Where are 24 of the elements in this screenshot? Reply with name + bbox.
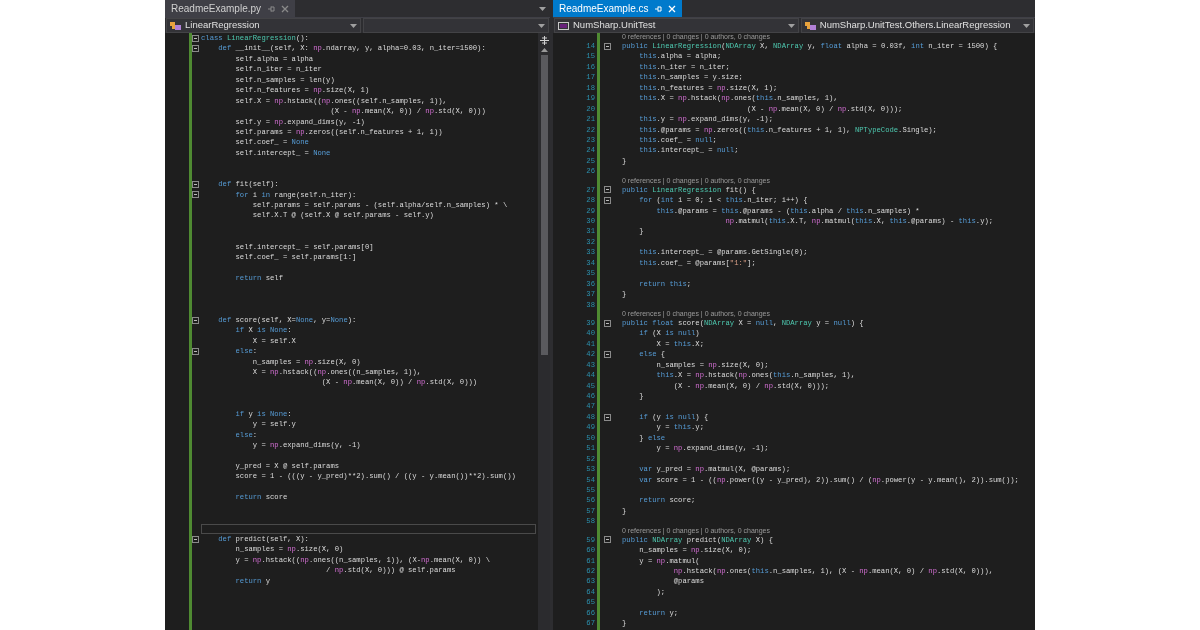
- file-tab[interactable]: ReadmeExample.py: [165, 0, 296, 17]
- collapse-icon[interactable]: [604, 319, 611, 327]
- caret-icon: [538, 23, 545, 28]
- project-icon: [558, 21, 569, 30]
- caret-icon: [350, 23, 358, 28]
- dropdown[interactable]: LinearRegression: [166, 18, 362, 33]
- scrollbar-thumb[interactable]: [540, 55, 548, 355]
- class-icon: [170, 21, 181, 30]
- collapse-icon[interactable]: [604, 413, 611, 421]
- collapse-icon[interactable]: [604, 350, 611, 358]
- scrollbar[interactable]: [538, 33, 550, 630]
- splitter-icon[interactable]: [539, 36, 549, 45]
- class-icon: [804, 21, 816, 30]
- tab-menu-icon[interactable]: [539, 6, 546, 11]
- collapse-icon[interactable]: [604, 42, 611, 50]
- scroll-up-icon[interactable]: [540, 48, 548, 52]
- caret-icon: [1023, 23, 1030, 28]
- collapse-icon[interactable]: [604, 536, 611, 544]
- dropdown[interactable]: NumSharp.UnitTest: [554, 18, 799, 33]
- collapse-icon[interactable]: [604, 186, 611, 194]
- dropdown[interactable]: NumSharp.UnitTest.Others.LinearRegression: [800, 18, 1034, 33]
- close-icon[interactable]: [281, 4, 290, 13]
- collapse-icon[interactable]: [604, 196, 611, 204]
- caret-icon: [787, 23, 795, 28]
